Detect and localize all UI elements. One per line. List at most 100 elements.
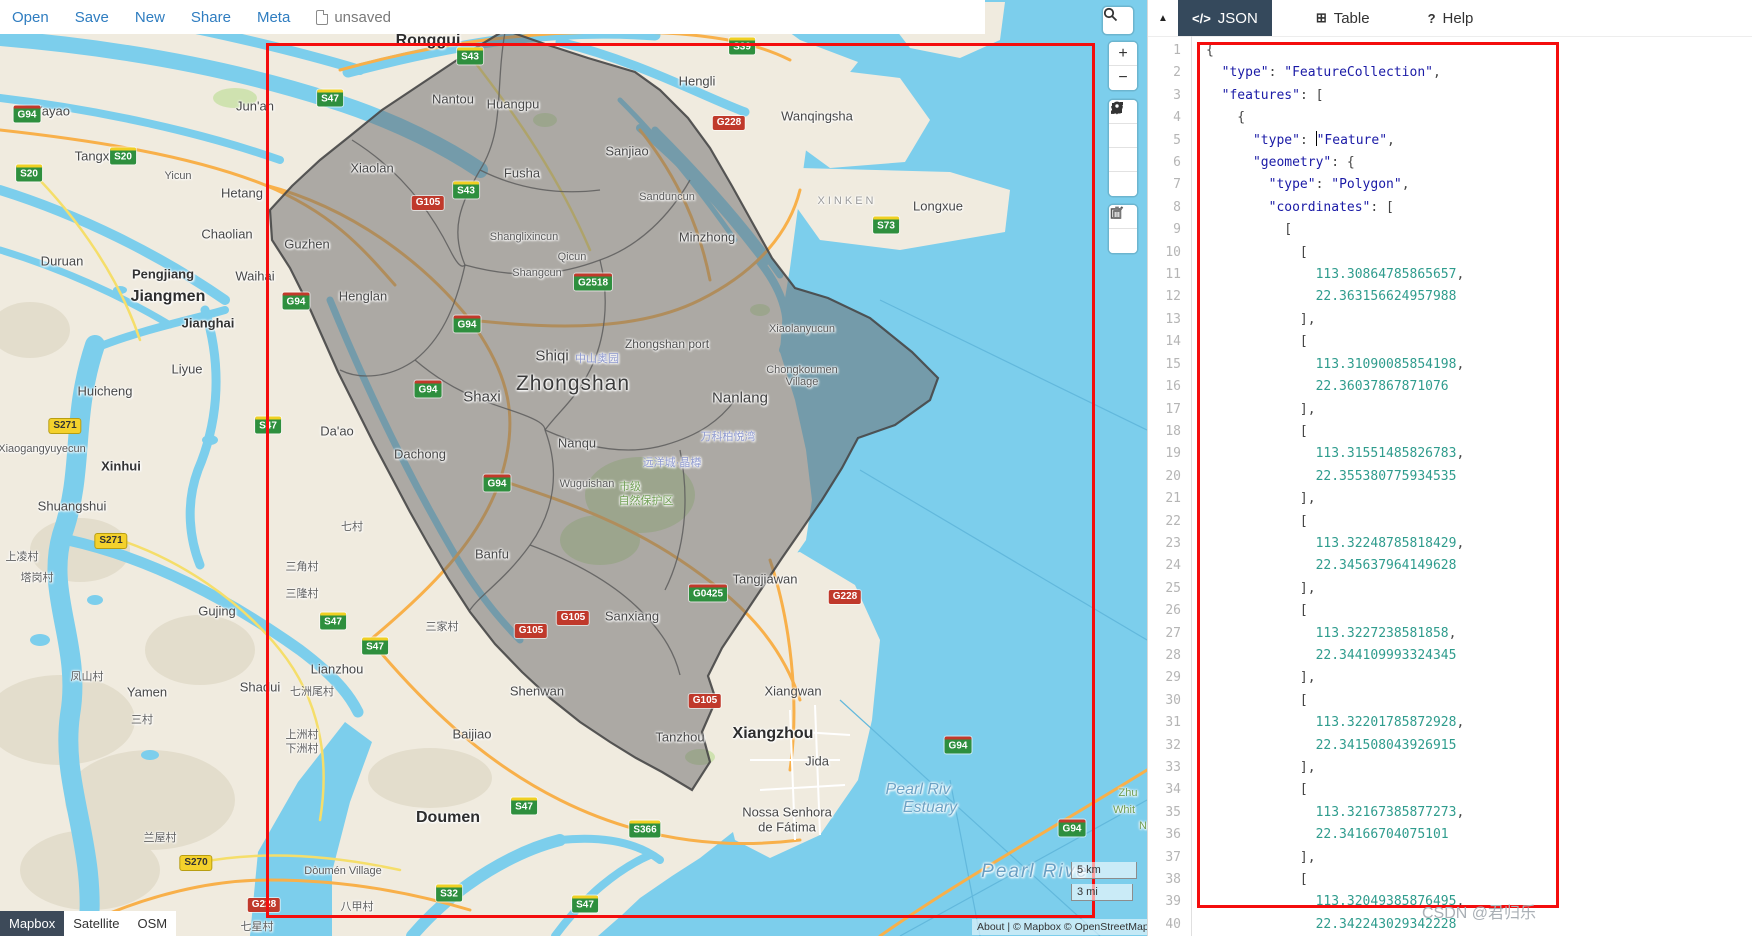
panel-header: ▲ </> JSON ⊞ Table? Help (1148, 0, 1752, 37)
watermark-text: CSDN @君归乐 (1422, 899, 1536, 923)
code-line: 113.31551485826783, (1206, 443, 1752, 465)
line-number: 21 (1148, 488, 1181, 510)
line-number: 9 (1148, 219, 1181, 241)
scale-km: 5 km (1071, 862, 1137, 879)
line-number: 10 (1148, 242, 1181, 264)
map-base-graphics (0, 0, 1147, 936)
line-number: 39 (1148, 891, 1181, 913)
scale-mi: 3 mi (1071, 884, 1133, 901)
geojson-io-app: RongguiJun'anYayaoTangxiaYicunHetangChao… (0, 0, 1752, 936)
code-line: { (1206, 107, 1752, 129)
search-icon (1103, 7, 1118, 22)
line-number: 20 (1148, 466, 1181, 488)
json-tab-icon: </> (1192, 11, 1211, 26)
tab-label: Table (1334, 10, 1370, 27)
line-number: 38 (1148, 869, 1181, 891)
baselayer-switcher: MapboxSatelliteOSM (0, 911, 176, 936)
menu-bar: Open Save New Share Meta unsaved (0, 0, 985, 34)
trash-icon (1109, 205, 1125, 221)
code-line: "coordinates": [ (1206, 197, 1752, 219)
search-button[interactable] (1103, 7, 1133, 34)
code-line: ], (1206, 757, 1752, 779)
zoom-control: + − (1109, 42, 1137, 90)
line-number: 8 (1148, 197, 1181, 219)
zoom-out-button[interactable]: − (1109, 66, 1137, 90)
line-number: 14 (1148, 331, 1181, 353)
baselayer-osm[interactable]: OSM (129, 911, 177, 936)
code-line: { (1206, 40, 1752, 62)
draw-marker-tool-button[interactable] (1109, 172, 1137, 196)
menu-item-open[interactable]: Open (12, 9, 49, 26)
line-number: 31 (1148, 712, 1181, 734)
baselayer-mapbox[interactable]: Mapbox (0, 911, 64, 936)
menu-item-save[interactable]: Save (75, 9, 109, 26)
line-number: 1 (1148, 40, 1181, 62)
code-line: [ (1206, 219, 1752, 241)
code-line: "geometry": { (1206, 152, 1752, 174)
line-number: 6 (1148, 152, 1181, 174)
code-line: "type": "Polygon", (1206, 174, 1752, 196)
menu-item-share[interactable]: Share (191, 9, 231, 26)
tab-label: JSON (1218, 10, 1258, 27)
code-line: "type": "Feature", (1206, 130, 1752, 152)
line-number: 28 (1148, 645, 1181, 667)
table-tab-icon: ⊞ (1316, 10, 1327, 26)
tab-label: Help (1443, 10, 1474, 27)
draw-polygon-tool-button[interactable] (1109, 124, 1137, 148)
code-line: [ (1206, 779, 1752, 801)
delete-feature-button[interactable] (1109, 229, 1137, 253)
save-status[interactable]: unsaved (316, 9, 391, 26)
line-number: 37 (1148, 847, 1181, 869)
code-line: 113.32167385877273, (1206, 802, 1752, 824)
line-number: 13 (1148, 309, 1181, 331)
code-editor-text[interactable]: { "type": "FeatureCollection", "features… (1192, 36, 1752, 936)
menu-item-meta[interactable]: Meta (257, 9, 290, 26)
editor-panel: ▲ </>JSON⊞Table?Help 1234567891011121314… (1147, 0, 1752, 936)
code-line: 113.32248785818429, (1206, 533, 1752, 555)
line-number: 30 (1148, 690, 1181, 712)
zoom-in-button[interactable]: + (1109, 42, 1137, 66)
line-number: 34 (1148, 779, 1181, 801)
menu-items: Open Save New Share Meta (12, 9, 290, 26)
line-number: 23 (1148, 533, 1181, 555)
line-number-gutter: 1234567891011121314151617181920212223242… (1148, 36, 1192, 936)
line-number: 16 (1148, 376, 1181, 398)
line-number: 15 (1148, 354, 1181, 376)
baselayer-satellite[interactable]: Satellite (64, 911, 128, 936)
code-line: "features": [ (1206, 85, 1752, 107)
code-line: [ (1206, 242, 1752, 264)
panel-tabs: </> JSON ⊞ Table? Help (1178, 0, 1517, 36)
map-canvas[interactable]: RongguiJun'anYayaoTangxiaYicunHetangChao… (0, 0, 1147, 936)
code-line: ], (1206, 667, 1752, 689)
line-number: 32 (1148, 735, 1181, 757)
code-line: [ (1206, 600, 1752, 622)
code-line: 113.31090085854198, (1206, 354, 1752, 376)
collapse-panel-button[interactable]: ▲ (1148, 0, 1178, 36)
line-number: 26 (1148, 600, 1181, 622)
line-number: 27 (1148, 623, 1181, 645)
menu-item-new[interactable]: New (135, 9, 165, 26)
code-line: ], (1206, 847, 1752, 869)
json-editor: 1234567891011121314151617181920212223242… (1148, 36, 1752, 936)
line-number: 40 (1148, 914, 1181, 936)
code-line: 22.344109993324345 (1206, 645, 1752, 667)
tab-table[interactable]: ⊞ Table (1302, 0, 1384, 36)
tab-json[interactable]: </> JSON (1178, 0, 1272, 36)
code-line: ], (1206, 488, 1752, 510)
line-number: 36 (1148, 824, 1181, 846)
help-tab-icon: ? (1428, 11, 1436, 26)
line-number: 2 (1148, 62, 1181, 84)
line-number: 35 (1148, 802, 1181, 824)
code-line: 22.345637964149628 (1206, 555, 1752, 577)
line-number: 33 (1148, 757, 1181, 779)
draw-rectangle-tool-button[interactable] (1109, 148, 1137, 172)
code-line: ], (1206, 399, 1752, 421)
code-line: 113.3227238581858, (1206, 623, 1752, 645)
code-line: "type": "FeatureCollection", (1206, 62, 1752, 84)
map-attribution[interactable]: About | © Mapbox © OpenStreetMap (972, 919, 1147, 935)
line-number: 3 (1148, 85, 1181, 107)
code-line: [ (1206, 331, 1752, 353)
line-number: 12 (1148, 286, 1181, 308)
edit-toolbar (1109, 205, 1137, 253)
tab-help[interactable]: ? Help (1414, 0, 1488, 36)
